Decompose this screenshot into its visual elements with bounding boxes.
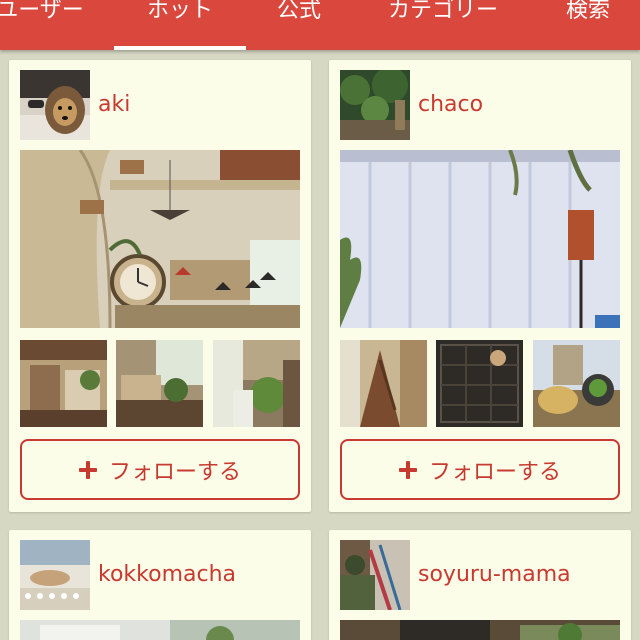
tab-hot-label: ホット — [146, 0, 213, 23]
user-card-soyuru-mama: soyuru-mama — [329, 530, 631, 640]
card-header[interactable]: kokkomacha — [20, 540, 300, 612]
avatar[interactable] — [20, 70, 90, 140]
username[interactable]: kokkomacha — [98, 562, 236, 587]
tab-bar: ユーザー ホット 公式 カテゴリー 検索 — [0, 0, 640, 50]
room-photo-main[interactable] — [340, 620, 620, 640]
avatar[interactable] — [340, 540, 410, 610]
tab-search-label: 検索 — [565, 0, 610, 23]
room-thumbnail[interactable] — [213, 340, 300, 427]
tab-hot[interactable]: ホット — [114, 0, 246, 50]
follow-button-label: フォローする — [108, 459, 241, 485]
room-photo-main[interactable] — [340, 150, 620, 328]
tab-official-label: 公式 — [276, 0, 321, 23]
tab-search[interactable]: 検索 — [548, 0, 628, 50]
active-tab-indicator — [114, 46, 246, 50]
username[interactable]: chaco — [418, 92, 483, 117]
tab-category[interactable]: カテゴリー — [374, 0, 512, 50]
user-card-kokkomacha: kokkomacha — [9, 530, 311, 640]
tab-official[interactable]: 公式 — [262, 0, 336, 50]
user-card-aki: aki フォローする — [9, 60, 311, 512]
user-card-chaco: chaco フォローする — [329, 60, 631, 512]
room-photo-main[interactable] — [20, 150, 300, 328]
room-thumbnail[interactable] — [436, 340, 523, 427]
follow-button[interactable]: フォローする — [340, 439, 620, 500]
card-header[interactable]: soyuru-mama — [340, 540, 620, 612]
room-thumbnail[interactable] — [20, 340, 107, 427]
room-thumbnail[interactable] — [116, 340, 203, 427]
card-header[interactable]: aki — [20, 70, 300, 142]
thumbnail-strip — [340, 340, 620, 427]
card-header[interactable]: chaco — [340, 70, 620, 142]
username[interactable]: soyuru-mama — [418, 562, 571, 587]
thumbnail-strip — [20, 340, 300, 427]
tab-users-label: ユーザー — [0, 0, 84, 23]
username[interactable]: aki — [98, 92, 130, 117]
room-thumbnail[interactable] — [340, 340, 427, 427]
plus-icon — [398, 460, 417, 479]
tab-users[interactable]: ユーザー — [0, 0, 94, 50]
follow-button-label: フォローする — [428, 459, 561, 485]
avatar[interactable] — [340, 70, 410, 140]
plus-icon — [78, 460, 97, 479]
room-photo-main[interactable] — [20, 620, 300, 640]
tab-category-label: カテゴリー — [387, 0, 498, 23]
room-thumbnail[interactable] — [533, 340, 620, 427]
follow-button[interactable]: フォローする — [20, 439, 300, 500]
avatar[interactable] — [20, 540, 90, 610]
